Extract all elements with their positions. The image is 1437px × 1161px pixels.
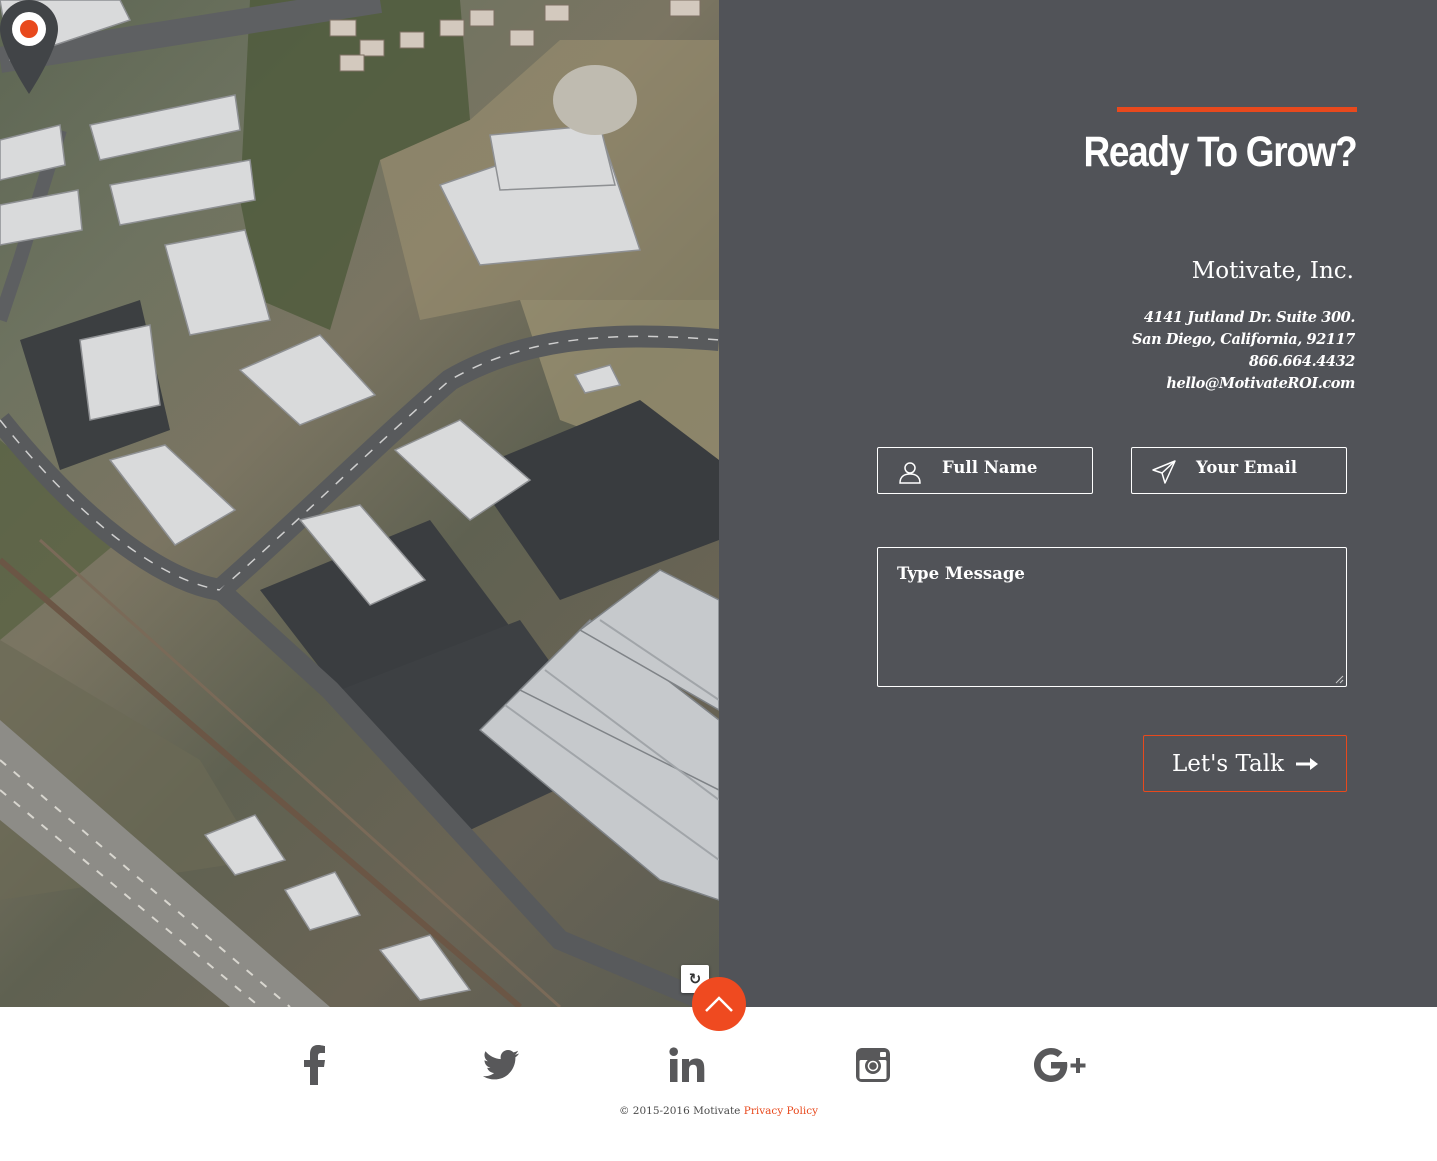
lets-talk-label: Let's Talk [1171,750,1285,777]
map-imagery [0,0,719,1007]
full-name-placeholder: Full Name [942,458,1038,477]
email-link[interactable]: hello@MotivateROI.com [1166,375,1355,392]
location-pin-icon[interactable] [0,0,58,94]
google-plus-icon [1034,1048,1086,1082]
address-line-1: 4141 Jutland Dr. Suite 300. [1143,309,1356,326]
company-name: Motivate, Inc. [1191,258,1354,284]
twitter-icon [483,1050,519,1080]
address-line-2: San Diego, California, 92117 [1132,331,1355,348]
full-name-field[interactable]: Full Name [877,447,1093,494]
scroll-to-top-button[interactable] [692,977,746,1031]
paper-plane-icon [1152,460,1176,484]
arrow-right-icon [1296,757,1319,770]
facebook-link[interactable] [295,1045,335,1085]
google-plus-link[interactable] [1033,1045,1089,1085]
chevron-up-icon [705,996,733,1012]
linkedin-icon [669,1047,705,1082]
copyright-line: © 2015-2016 Motivate Privacy Policy [0,1105,1437,1117]
phone-number[interactable]: 866.664.4432 [1249,353,1356,370]
email-field[interactable]: Your Email [1131,447,1347,494]
user-icon [899,462,921,484]
instagram-icon [856,1048,890,1082]
email-placeholder: Your Email [1196,458,1298,477]
lets-talk-button[interactable]: Let's Talk [1143,735,1347,792]
facebook-icon [304,1045,325,1085]
contact-headline: Ready To Grow? [1082,128,1357,176]
instagram-link[interactable] [853,1045,893,1085]
linkedin-link[interactable] [667,1045,707,1085]
satellite-map[interactable]: ↻ [0,0,719,1007]
privacy-policy-link[interactable]: Privacy Policy [744,1105,818,1117]
accent-bar [1117,107,1357,112]
copyright-text: © 2015-2016 Motivate [618,1105,741,1117]
message-placeholder: Type Message [897,564,1025,583]
message-textarea[interactable]: Type Message [877,547,1347,687]
resize-grip-icon[interactable] [1335,675,1344,684]
twitter-link[interactable] [481,1045,521,1085]
contact-panel: Ready To Grow? Motivate, Inc. 4141 Jutla… [719,0,1437,1007]
